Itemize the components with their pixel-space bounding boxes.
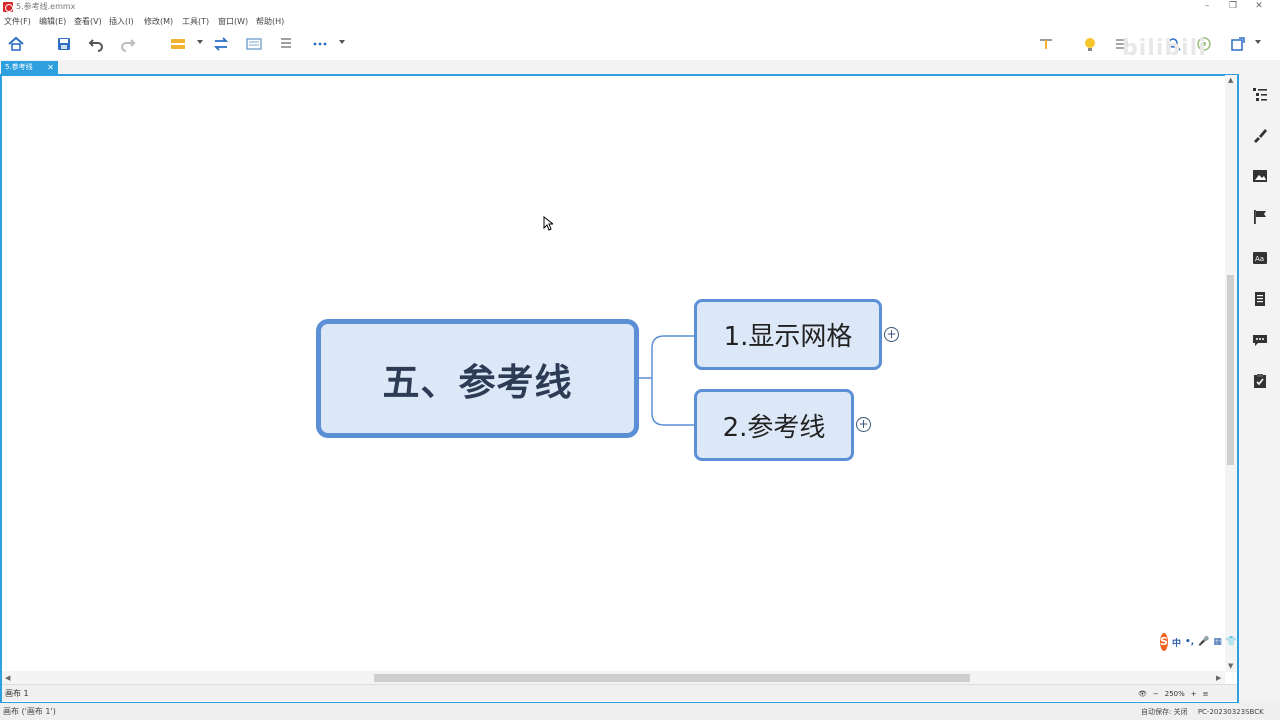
window-title: 5.参考线.emmx <box>16 2 76 11</box>
fit-page-icon[interactable]: ≡ <box>1203 690 1209 698</box>
scroll-down-icon[interactable]: ▼ <box>1228 662 1233 670</box>
home-icon[interactable] <box>6 34 26 54</box>
zoom-controls: 👁 − 250% + ≡ <box>1138 687 1209 700</box>
right-panel: Aa <box>1240 74 1280 703</box>
restore-icon[interactable]: ❐ <box>1220 0 1246 14</box>
ime-logo-icon[interactable]: S <box>1160 633 1168 651</box>
menu-view[interactable]: 查看(V) <box>74 16 102 27</box>
watermark-logo: bilibili <box>1122 36 1207 61</box>
tab-close-icon[interactable]: ✕ <box>47 61 54 74</box>
menu-bar: 文件(F) 编辑(E) 查看(V) 插入(I) 修改(M) 工具(T) 窗口(W… <box>0 14 1280 28</box>
app-window: 5.参考线.emmx – ❐ ✕ 文件(F) 编辑(E) 查看(V) 插入(I)… <box>0 0 1280 720</box>
svg-text:Aa: Aa <box>1255 255 1264 263</box>
machine-name: PC-20230323SBCK <box>1197 708 1264 716</box>
menu-tools[interactable]: 工具(T) <box>182 16 209 27</box>
vertical-scrollbar[interactable]: ▲ ▼ <box>1225 75 1237 672</box>
central-topic-label: 五、参考线 <box>382 360 573 404</box>
menu-window[interactable]: 窗口(W) <box>218 16 248 27</box>
expand-icon[interactable]: + <box>856 417 871 432</box>
menu-file[interactable]: 文件(F) <box>4 16 31 27</box>
redo-icon[interactable] <box>118 34 138 54</box>
ime-mic-icon[interactable]: 🎤 <box>1198 637 1209 647</box>
status-canvas-info: 画布 ('画布 1') <box>3 707 56 716</box>
zoom-in-button[interactable]: + <box>1191 690 1197 698</box>
ime-skin-icon[interactable]: 👕 <box>1226 637 1237 647</box>
text-style-icon[interactable]: Aa <box>1250 248 1270 268</box>
undo-icon[interactable] <box>86 34 106 54</box>
doc-tab-label: 5.参考线 <box>5 63 33 71</box>
style-dropdown-icon[interactable] <box>197 40 203 44</box>
menu-insert[interactable]: 插入(I) <box>109 16 134 27</box>
comment-icon[interactable] <box>1250 330 1270 350</box>
doc-tab[interactable]: 5.参考线 ✕ <box>1 61 58 74</box>
app-logo-icon <box>3 2 13 12</box>
ime-toolbar[interactable]: S 中 •, 🎤 ▦ 👕 ▦ <box>1160 632 1250 652</box>
subtopic-label: 1.显示网格 <box>723 322 853 352</box>
more-dropdown-icon[interactable] <box>339 40 345 44</box>
image-icon[interactable] <box>1250 166 1270 186</box>
task-icon[interactable] <box>1250 371 1270 391</box>
zoom-out-button[interactable]: − <box>1153 690 1159 698</box>
menu-modify[interactable]: 修改(M) <box>144 16 173 27</box>
relation-icon[interactable] <box>1036 34 1056 54</box>
status-bar: 画布 ('画布 1') 自动保存: 关闭 PC-20230323SBCK <box>0 703 1280 720</box>
view-eye-icon[interactable]: 👁 <box>1138 690 1147 698</box>
horizontal-scrollbar[interactable]: ◀ ▶ <box>2 671 1225 684</box>
outline-panel-icon[interactable] <box>1250 84 1270 104</box>
ime-chinese-mode[interactable]: 中 <box>1172 636 1181 649</box>
brush-icon[interactable] <box>1250 125 1270 145</box>
toolbar <box>0 28 1280 60</box>
ime-keyboard-icon[interactable]: ▦ <box>1213 637 1222 647</box>
zoom-level[interactable]: 250% <box>1165 690 1185 698</box>
idea-icon[interactable] <box>1080 34 1100 54</box>
sheet-bar: 画布 1 👁 − 250% + ≡ <box>2 684 1237 701</box>
ime-punct-icon[interactable]: •, <box>1185 637 1194 647</box>
central-topic[interactable]: 五、参考线 <box>316 319 639 438</box>
status-right: 自动保存: 关闭 PC-20230323SBCK <box>1141 707 1264 717</box>
export-icon[interactable] <box>1228 34 1248 54</box>
export-dropdown-icon[interactable] <box>1255 40 1261 44</box>
outline-icon[interactable] <box>276 34 296 54</box>
mouse-cursor-icon <box>543 216 553 231</box>
vertical-scroll-thumb[interactable] <box>1227 275 1234 465</box>
scroll-left-icon[interactable]: ◀ <box>5 674 10 682</box>
subtopic-label: 2.参考线 <box>722 412 826 443</box>
horizontal-scroll-thumb[interactable] <box>374 674 970 682</box>
subtopic-show-grid[interactable]: 1.显示网格 <box>694 299 882 370</box>
menu-help[interactable]: 帮助(H) <box>256 16 284 27</box>
more-icon[interactable] <box>310 34 330 54</box>
sheet-tab[interactable]: 画布 1 <box>5 688 29 699</box>
style-icon[interactable] <box>168 34 188 54</box>
autosave-status[interactable]: 自动保存: 关闭 <box>1141 708 1188 716</box>
expand-icon[interactable]: + <box>884 327 899 342</box>
title-bar: 5.参考线.emmx – ❐ ✕ <box>0 0 1280 14</box>
save-icon[interactable] <box>54 34 74 54</box>
flag-icon[interactable] <box>1250 207 1270 227</box>
menu-edit[interactable]: 编辑(E) <box>39 16 66 27</box>
note-icon[interactable] <box>1250 289 1270 309</box>
subtopic-guidelines[interactable]: 2.参考线 <box>694 389 854 461</box>
swap-icon[interactable] <box>211 34 231 54</box>
close-icon[interactable]: ✕ <box>1246 0 1272 14</box>
scroll-right-icon[interactable]: ▶ <box>1216 674 1221 682</box>
layout-icon[interactable] <box>244 34 264 54</box>
scroll-up-icon[interactable]: ▲ <box>1228 76 1233 84</box>
minimize-icon[interactable]: – <box>1194 0 1220 14</box>
